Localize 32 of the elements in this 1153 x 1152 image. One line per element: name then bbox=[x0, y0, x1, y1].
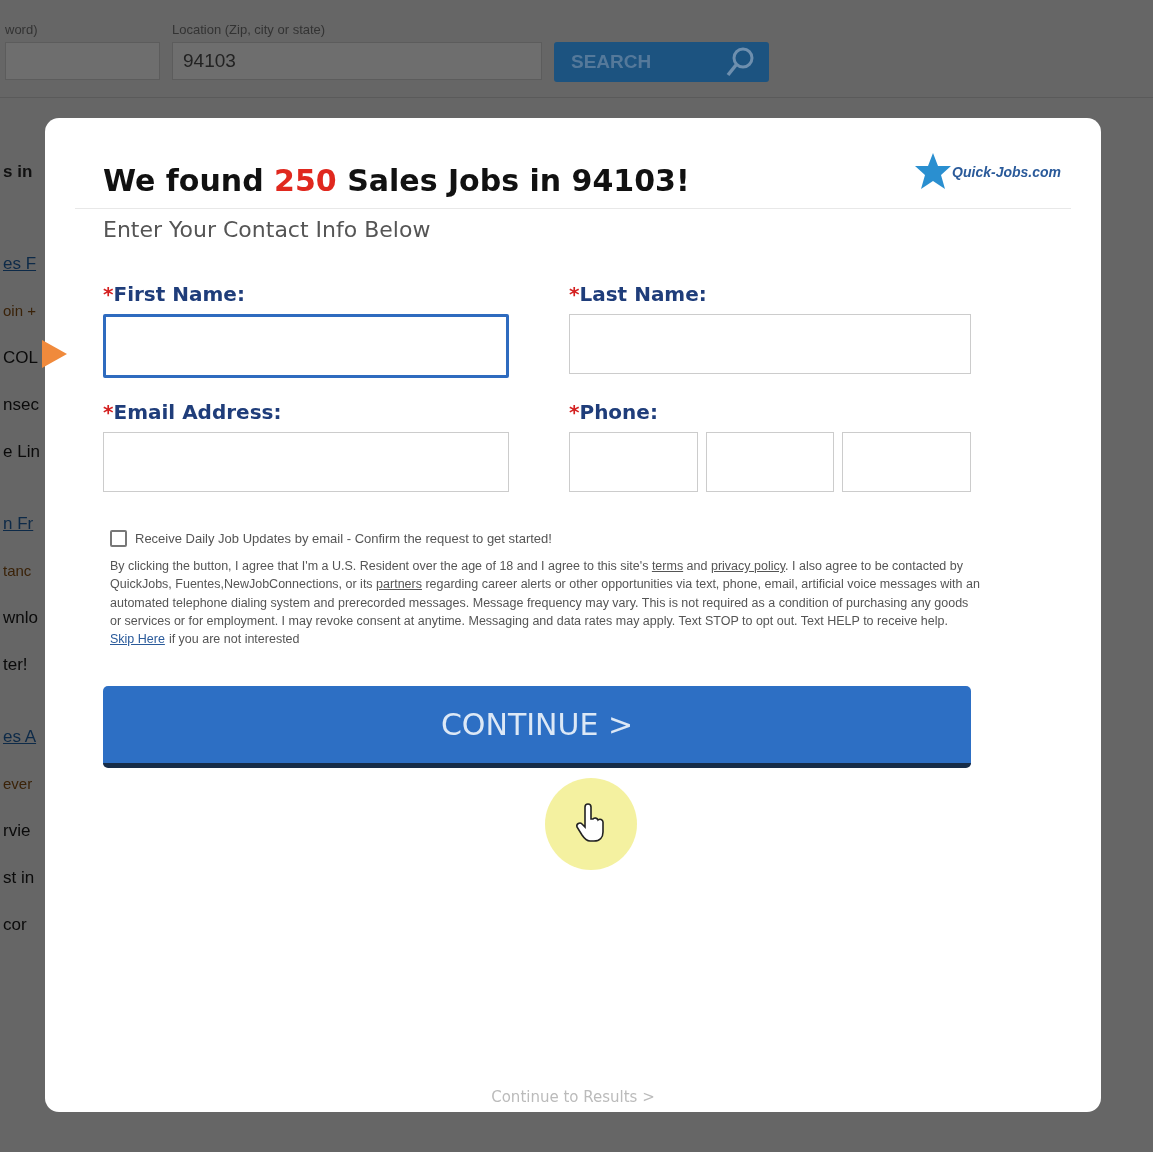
job-text: e Lin bbox=[3, 440, 40, 463]
skip-link[interactable]: Skip Here bbox=[110, 630, 165, 649]
company-text: ever bbox=[3, 774, 33, 794]
field-label: *Phone: bbox=[569, 400, 659, 424]
skip-text: if you are not interested bbox=[168, 631, 300, 649]
search-button[interactable]: SEARCH bbox=[554, 42, 769, 82]
field-label: *Email Address: bbox=[103, 400, 283, 424]
job-text: nsec bbox=[3, 393, 39, 416]
legal-link[interactable]: partners bbox=[376, 577, 422, 592]
job-text: ter! bbox=[3, 653, 28, 676]
job-link[interactable]: n Fr bbox=[3, 500, 34, 547]
job-link[interactable]: es F bbox=[3, 240, 37, 287]
job-text: st in bbox=[3, 866, 35, 889]
field-label: *First Name: bbox=[103, 282, 246, 306]
job-text: wnlo bbox=[3, 606, 38, 629]
logo-text: Quick-Jobs.com bbox=[952, 164, 1061, 180]
job-text: rvie bbox=[3, 819, 31, 842]
company-text: oin + bbox=[3, 301, 36, 321]
dialog-subtitle: Enter Your Contact Info Below bbox=[103, 217, 432, 242]
heading-text: s in bbox=[3, 160, 33, 183]
field-label: *Last Name: bbox=[569, 282, 708, 306]
location-field[interactable]: 94103 bbox=[172, 42, 542, 80]
legal-link[interactable]: terms bbox=[651, 559, 684, 573]
continue-button[interactable]: CONTINUE > bbox=[103, 686, 971, 769]
job-link[interactable]: es A bbox=[3, 713, 37, 760]
job-text: COL bbox=[3, 346, 38, 369]
company-text: tanc bbox=[3, 561, 32, 581]
checkbox-label: Receive Daily Job Updates by email - Confirm the request to get started! bbox=[135, 531, 552, 546]
results-link[interactable]: Continue to Results > bbox=[491, 1088, 655, 1106]
consent-text: By clicking the button, I agree that I'm a U.S. Resident over the age of 18 and I agree to this site's terms and privacy policy. I also agree to be contacted by QuickJobs, Fuentes,NewJobConnections, or its partners regarding career alerts or other opportunities via text, phone, email, artificial voice messages with an automated telephone dialing system and prerecorded messages. Message frequency may vary. This is not required as a condition of purchasing any goods or services or for employment. I may revoke consent at anytime. Messaging and data rates may apply. Text STOP to opt out. Text HELP to receive help. bbox=[110, 558, 980, 630]
dialog-title: We found 250 Sales Jobs in 94103! bbox=[103, 163, 690, 198]
job-text: cor bbox=[3, 913, 27, 936]
